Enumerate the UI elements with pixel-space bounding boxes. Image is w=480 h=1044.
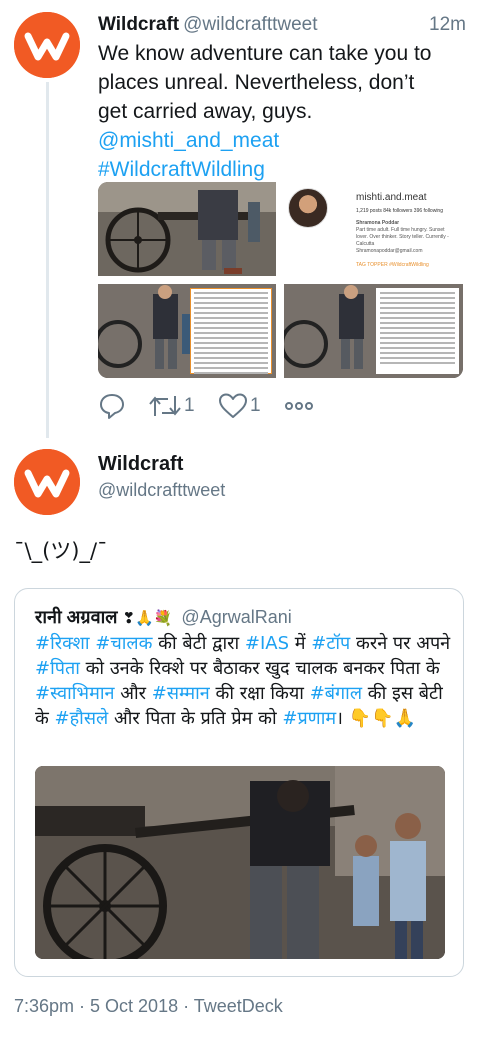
- quoted-text-segment: करने पर अपने: [350, 633, 451, 654]
- tweet-header: Wildcraft @wildcrafttweet 12m: [98, 13, 466, 37]
- profile-stats: 1,219 posts 84k followers 396 following: [356, 208, 443, 214]
- tweet-actions: 1 1: [98, 392, 358, 422]
- tweet-text-line: We know adventure can take you to: [98, 42, 432, 65]
- like-button[interactable]: 1: [218, 392, 261, 420]
- author-name[interactable]: Wildcraft: [98, 14, 179, 35]
- author-handle[interactable]: @wildcrafttweet: [98, 480, 225, 501]
- tweet-media-grid[interactable]: mishti.and.meat 1,219 posts 84k follower…: [98, 182, 463, 378]
- author-name[interactable]: Wildcraft: [98, 453, 183, 476]
- quoted-text-segment: । 👇👇🙏: [336, 708, 416, 729]
- more-options-icon: [285, 402, 313, 410]
- quoted-text-segment: में: [289, 633, 312, 654]
- mention-link[interactable]: @mishti_and_meat: [98, 126, 468, 155]
- profile-bio: Shramona Poddar Part time adult. Full ti…: [356, 220, 456, 255]
- quoted-text: #रिक्शा #चालक की बेटी द्वारा #IAS में #ट…: [35, 631, 453, 731]
- tweet-text: We know adventure can take you to places…: [98, 39, 468, 184]
- tweet-text: ¯\_(ツ)_/¯: [14, 539, 108, 563]
- hashtag-link[interactable]: #हौसले: [55, 708, 109, 729]
- quoted-header: रानी अग्रवाल ❣🙏💐 @AgrwalRani: [35, 605, 292, 629]
- rickshaw-photo: [98, 182, 276, 276]
- hashtag-link[interactable]: #सम्मान: [152, 683, 210, 704]
- avatar[interactable]: [14, 12, 80, 78]
- hashtag-link[interactable]: #रिक्शा: [35, 633, 90, 654]
- heart-icon: [219, 393, 247, 418]
- quoted-text-segment: और: [114, 683, 152, 704]
- tweet-text-line: places unreal. Nevertheless, don’t: [98, 71, 415, 94]
- hashtag-link[interactable]: #प्रणाम: [282, 708, 336, 729]
- media-photo-post-right[interactable]: [284, 284, 463, 378]
- media-photo-post-left[interactable]: [98, 284, 276, 378]
- hashtag-link[interactable]: #स्वाभिमान: [35, 683, 115, 704]
- hashtag-link[interactable]: #IAS: [245, 633, 289, 654]
- retweet-button[interactable]: 1: [148, 392, 195, 420]
- tweet-time[interactable]: 12m: [429, 13, 466, 37]
- quoted-text-segment: को उनके रिक्शे पर बैठाकर खुद चालक बनकर प…: [79, 658, 440, 679]
- quoted-text-segment: की रक्षा किया: [209, 683, 310, 704]
- retweet-icon: [149, 396, 181, 416]
- quoted-author-handle: @AgrwalRani: [181, 607, 292, 627]
- post-caption-box: [190, 288, 272, 374]
- hashtag-link[interactable]: #बंगाल: [310, 683, 362, 704]
- rickshaw-daughter-photo: [35, 766, 445, 959]
- post-caption-box: [376, 288, 459, 374]
- hashtag-link[interactable]: #टॉप: [311, 633, 350, 654]
- reply-icon: [100, 394, 124, 419]
- reply-button[interactable]: [98, 392, 126, 420]
- more-options-button[interactable]: [284, 394, 314, 418]
- profile-bio-text: Part time adult. Full time hungry. Sunse…: [356, 227, 449, 247]
- avatar[interactable]: [14, 449, 80, 515]
- tweet-text-line: get carried away, guys.: [98, 100, 313, 123]
- tweet-timestamp[interactable]: 7:36pm · 5 Oct 2018 · TweetDeck: [14, 996, 283, 1017]
- hashtag-link[interactable]: #चालक: [95, 633, 152, 654]
- quoted-text-segment: की बेटी द्वारा: [152, 633, 245, 654]
- thread-line: [46, 82, 49, 438]
- retweet-count: 1: [184, 395, 195, 416]
- quoted-tweet[interactable]: रानी अग्रवाल ❣🙏💐 @AgrwalRani #रिक्शा #चा…: [14, 588, 464, 977]
- author-handle[interactable]: @wildcrafttweet: [183, 14, 317, 35]
- profile-email: Shramonapoddar@gmail.com: [356, 248, 423, 254]
- media-photo-rickshaw[interactable]: [98, 182, 276, 276]
- profile-handle: mishti.and.meat: [356, 192, 427, 203]
- profile-name: Shramona Poddar: [356, 220, 400, 226]
- like-count: 1: [250, 395, 261, 416]
- quoted-name-emoji: ❣🙏💐: [122, 609, 173, 627]
- hashtag-link[interactable]: #पिता: [35, 658, 80, 679]
- quoted-photo[interactable]: [35, 766, 445, 959]
- quoted-text-segment: और पिता के प्रति प्रेम को: [108, 708, 283, 729]
- profile-avatar: [288, 188, 328, 228]
- hashtag-link[interactable]: #WildcraftWildling: [98, 155, 468, 184]
- profile-tags: TAG TOPPER #WildcraftWildling: [356, 262, 429, 268]
- quoted-author-name: रानी अग्रवाल: [35, 607, 118, 627]
- wildcraft-logo-icon: [14, 12, 80, 78]
- media-profile-card[interactable]: mishti.and.meat 1,219 posts 84k follower…: [284, 182, 463, 276]
- wildcraft-logo-icon: [14, 449, 80, 515]
